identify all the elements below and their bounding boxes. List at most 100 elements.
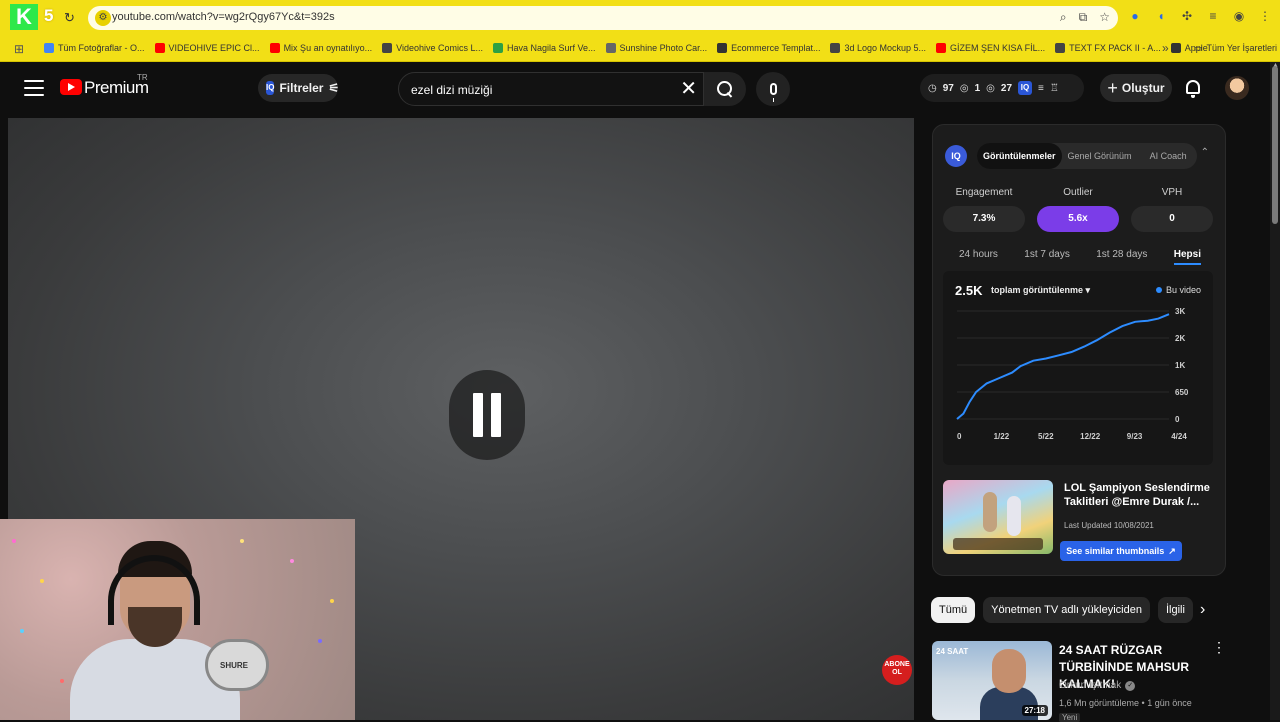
list-icon[interactable]: ≡	[1038, 83, 1044, 94]
recommendation-chips: Tümü Yönetmen TV adlı yükleyiciden İlgil…	[931, 597, 1193, 623]
create-button[interactable]: + Oluştur	[1100, 74, 1172, 102]
filters-button[interactable]: IQ Filtreler ⚟	[258, 74, 340, 102]
hamburger-menu-icon[interactable]	[24, 80, 44, 96]
browser-menu-icon[interactable]: ⋮	[1258, 9, 1272, 23]
trophy-icon[interactable]: ♖	[1050, 83, 1059, 94]
range-28d[interactable]: 1st 28 days	[1096, 249, 1147, 265]
bookmark-label: Mix Şu an oynatılıyo...	[283, 43, 373, 53]
voice-search-button[interactable]	[756, 72, 790, 106]
y-tick-label: 1K	[1175, 361, 1185, 370]
search-button[interactable]	[704, 72, 746, 106]
bookmark-item[interactable]: TEXT FX PACK II - A...	[1055, 43, 1161, 53]
bookmark-item[interactable]: VIDEOHIVE EPIC Cl...	[154, 43, 260, 53]
bookmark-favicon-icon	[269, 43, 280, 53]
webcam-overlay: SHURE	[0, 519, 355, 720]
bookmark-label: GİZEM ŞEN KISA FİL...	[950, 43, 1046, 53]
bookmark-favicon-icon	[717, 43, 728, 53]
target-icon: ◎	[986, 82, 995, 94]
install-icon[interactable]: ⧉	[1079, 10, 1088, 25]
region-code: TR	[137, 73, 148, 82]
iq-logo: IQ	[945, 145, 967, 167]
bookmarks-bar: ⊞ Tüm Fotoğraflar - O... VIDEOHIVE EPIC C…	[0, 36, 1280, 62]
clock-icon: ◷	[928, 82, 937, 94]
bookmark-favicon-icon	[493, 43, 503, 53]
stat-views: 97	[942, 82, 954, 94]
profile-icon[interactable]: ◉	[1232, 9, 1246, 23]
bookmark-item[interactable]: Videohive Comics L...	[382, 43, 483, 53]
scroll-thumb[interactable]	[1272, 66, 1278, 224]
clear-search-icon[interactable]: ✕	[680, 79, 697, 99]
iq-tabs: Görüntülenmeler Genel Görünüm AI Coach	[977, 143, 1197, 169]
recommendation-channel[interactable]: Orkun Işıtmak ✓	[1059, 680, 1136, 691]
more-bookmarks-icon[interactable]: »	[1162, 41, 1169, 55]
reload-icon[interactable]: ↻	[64, 10, 75, 26]
light-dot	[240, 539, 244, 543]
metric-label: Engagement	[955, 187, 1013, 198]
range-7d[interactable]: 1st 7 days	[1024, 249, 1070, 265]
apps-grid-icon[interactable]: ⊞	[14, 42, 24, 56]
more-options-icon[interactable]: ⋮	[1212, 640, 1226, 654]
bookmark-item[interactable]: Mix Şu an oynatılıyo...	[269, 43, 373, 53]
thumb-figure	[983, 492, 997, 532]
suggested-title[interactable]: LOL Şampiyon Seslendirme Taklitleri @Emr…	[1064, 481, 1214, 509]
all-bookmarks-link[interactable]: ▭ Tüm Yer İşaretleri	[1194, 43, 1277, 54]
pause-icon[interactable]	[449, 370, 525, 460]
x-tick-label: 12/22	[1080, 432, 1101, 441]
chip-uploader[interactable]: Yönetmen TV adlı yükleyiciden	[983, 597, 1150, 623]
youtube-logo-icon[interactable]	[60, 79, 82, 95]
search-box[interactable]: ezel dizi müziği ✕	[398, 72, 704, 106]
y-tick-label: 3K	[1175, 307, 1185, 316]
see-similar-button[interactable]: See similar thumbnails ↗	[1060, 541, 1182, 561]
bookmark-item[interactable]: Tüm Fotoğraflar - O...	[44, 43, 145, 53]
zoom-icon[interactable]: ⌕	[1060, 10, 1067, 25]
bookmark-item[interactable]: Sunshine Photo Car...	[605, 43, 707, 53]
light-dot	[12, 539, 16, 543]
five-icon: 5	[44, 6, 54, 25]
bookmark-item[interactable]: Hava Nagila Surf Ve...	[493, 43, 596, 53]
iq-icon[interactable]: IQ	[1018, 81, 1033, 95]
bookmark-star-icon[interactable]: ☆	[1099, 10, 1110, 25]
page-scrollbar[interactable]: ▲	[1270, 62, 1280, 720]
search-input[interactable]: ezel dizi müziği	[411, 83, 492, 97]
light-dot	[60, 679, 64, 683]
metric-label: Outlier	[1063, 187, 1093, 198]
filters-label: Filtreler	[279, 81, 324, 95]
tab-views[interactable]: Görüntülenmeler	[977, 143, 1062, 169]
range-all[interactable]: Hepsi	[1173, 249, 1201, 265]
subscribe-watermark[interactable]: ABONE OL	[882, 655, 912, 685]
channel-name: Orkun Işıtmak	[1059, 680, 1122, 691]
site-info-icon[interactable]: ⚙	[95, 10, 111, 26]
extensions-puzzle-icon[interactable]: ✣	[1180, 9, 1194, 23]
sliders-icon: ⚟	[328, 81, 340, 95]
mic-brand-label: SHURE	[220, 661, 249, 670]
recommendation-thumbnail[interactable]: 24 SAAT 27:18	[932, 641, 1052, 720]
extension-stats-pill[interactable]: ◷ 97 ◎ 1 ◎ 27 IQ ≡ ♖	[920, 74, 1084, 102]
suggested-thumbnail[interactable]	[943, 480, 1053, 554]
extension-icon-1[interactable]: ●	[1128, 9, 1142, 23]
collapse-icon[interactable]: ⌃	[1201, 147, 1209, 158]
x-tick-label: 5/22	[1038, 432, 1054, 441]
chevron-right-icon[interactable]: ›	[1200, 601, 1205, 619]
bookmark-label: Ecommerce Templat...	[731, 43, 821, 53]
range-24h[interactable]: 24 hours	[959, 249, 998, 265]
all-bookmarks-label: Tüm Yer İşaretleri	[1206, 43, 1278, 53]
notifications-bell-icon[interactable]	[1186, 80, 1200, 98]
k-extension-icon[interactable]: K	[10, 4, 38, 30]
extension-icon-3[interactable]: ≡	[1206, 9, 1220, 23]
tab-overview[interactable]: Genel Görünüm	[1062, 151, 1138, 161]
bookmark-item[interactable]: Ecommerce Templat...	[717, 43, 820, 53]
address-bar[interactable]: ⚙ youtube.com/watch?v=wg2rQgy67Yc&t=392s…	[88, 6, 1118, 30]
url-text[interactable]: youtube.com/watch?v=wg2rQgy67Yc&t=392s	[112, 11, 335, 23]
views-chart: 2.5K toplam görüntülenme ▾ Bu video 0 650…	[943, 271, 1213, 465]
bookmark-item[interactable]: GİZEM ŞEN KISA FİL...	[936, 43, 1045, 53]
x-tick-label: 4/24	[1171, 432, 1187, 441]
bookmark-favicon-icon	[154, 43, 165, 53]
bookmark-favicon-icon	[382, 43, 393, 53]
chip-related[interactable]: İlgili	[1157, 597, 1193, 623]
bookmark-item[interactable]: 3d Logo Mockup 5...	[830, 43, 926, 53]
tab-ai-coach[interactable]: AI Coach	[1144, 151, 1193, 161]
browser-toolbar: K 5 ↻ ⚙ youtube.com/watch?v=wg2rQgy67Yc&…	[0, 0, 1280, 36]
avatar[interactable]	[1225, 76, 1249, 100]
chip-all[interactable]: Tümü	[931, 597, 976, 623]
extension-icon-2[interactable]: ◖	[1154, 9, 1168, 23]
